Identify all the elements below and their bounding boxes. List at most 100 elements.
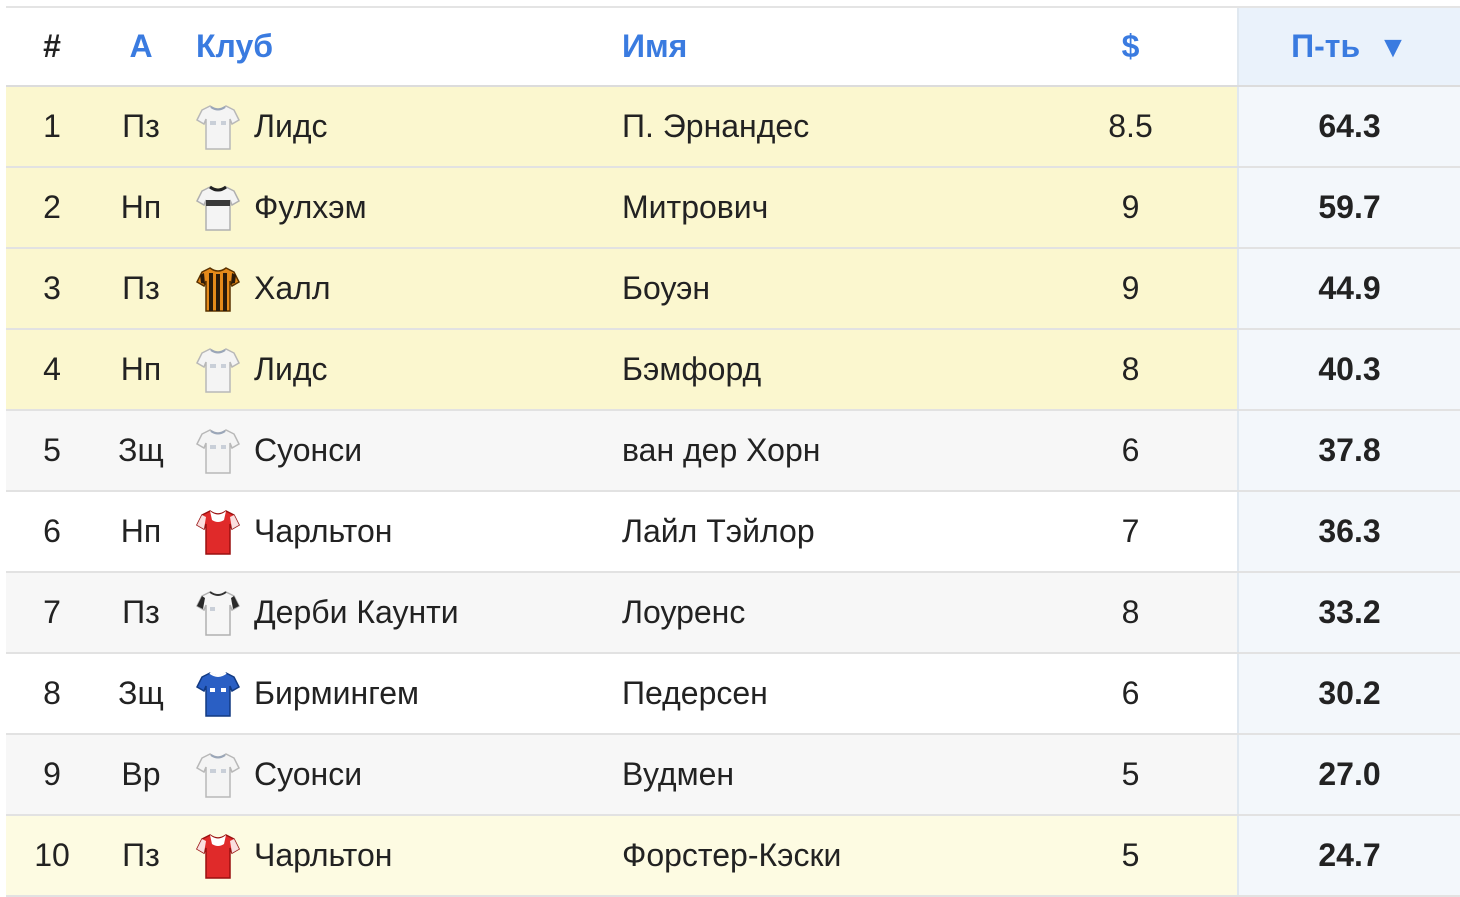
club-name: Лидс [254,351,328,387]
cell-rank: 2 [6,167,98,249]
cell-position: Нп [98,167,184,249]
club-name: Дерби Каунти [254,594,459,630]
cell-price: 7 [1024,491,1238,573]
cell-points: 24.7 [1237,815,1460,897]
club-name: Бирмингем [254,675,419,711]
cell-rank: 1 [6,86,98,168]
table-row[interactable]: 8 Зщ Бирмингем Педерсен 6 30.2 [6,653,1460,735]
cell-club[interactable]: Дерби Каунти [184,572,622,654]
cell-position: Вр [98,734,184,816]
cell-price: 9 [1024,248,1238,330]
cell-rank: 10 [6,815,98,897]
cell-club[interactable]: Чарльтон [184,815,622,897]
table-row[interactable]: 2 Нп Фулхэм Митрович 9 59.7 [6,167,1460,249]
table-header-row: # А Клуб Имя $ П-ть ▼ [6,8,1460,87]
swansea-shirt-icon [196,751,240,799]
cell-club[interactable]: Лидс [184,329,622,411]
cell-rank: 9 [6,734,98,816]
table-row[interactable]: 10 Пз Чарльтон Форстер-Кэски 5 24.7 [6,815,1460,897]
leeds-shirt-icon [196,103,240,151]
table-row[interactable]: 3 Пз Халл Боуэн 9 44.9 [6,248,1460,330]
club-name: Лидс [254,108,328,144]
cell-position: Пз [98,248,184,330]
cell-points: 59.7 [1237,167,1460,249]
cell-player-name[interactable]: Лоуренс [622,572,1024,654]
cell-player-name[interactable]: ван дер Хорн [622,410,1024,492]
table-row[interactable]: 1 Пз Лидс П. Эрнандес 8.5 64.3 [6,86,1460,168]
players-table: # А Клуб Имя $ П-ть ▼ 1 Пз Лидс П. Эрнандес 8… [6,8,1460,897]
charlton-shirt-icon [196,832,240,880]
cell-club[interactable]: Лидс [184,86,622,168]
cell-rank: 6 [6,491,98,573]
cell-price: 5 [1024,815,1238,897]
derby-shirt-icon [196,589,240,637]
cell-player-name[interactable]: Форстер-Кэски [622,815,1024,897]
cell-club[interactable]: Фулхэм [184,167,622,249]
cell-rank: 3 [6,248,98,330]
club-name: Суонси [254,756,363,792]
cell-rank: 5 [6,410,98,492]
birmingham-shirt-icon [196,670,240,718]
table-row[interactable]: 4 Нп Лидс Бэмфорд 8 40.3 [6,329,1460,411]
cell-player-name[interactable]: Боуэн [622,248,1024,330]
cell-player-name[interactable]: П. Эрнандес [622,86,1024,168]
cell-position: Нп [98,329,184,411]
club-name: Чарльтон [254,837,393,873]
cell-player-name[interactable]: Бэмфорд [622,329,1024,411]
column-header-rank: # [6,8,98,87]
table-row[interactable]: 5 Зщ Суонси ван дер Хорн 6 37.8 [6,410,1460,492]
cell-price: 8 [1024,329,1238,411]
cell-points: 36.3 [1237,491,1460,573]
cell-points: 44.9 [1237,248,1460,330]
cell-club[interactable]: Суонси [184,410,622,492]
column-header-points-label: П-ть [1291,28,1361,64]
column-header-price[interactable]: $ [1024,8,1238,87]
cell-player-name[interactable]: Педерсен [622,653,1024,735]
cell-price: 8.5 [1024,86,1238,168]
cell-position: Зщ [98,653,184,735]
club-name: Фулхэм [254,189,367,225]
cell-points: 40.3 [1237,329,1460,411]
table-row[interactable]: 7 Пз Дерби Каунти Лоуренс 8 33.2 [6,572,1460,654]
cell-player-name[interactable]: Вудмен [622,734,1024,816]
cell-price: 9 [1024,167,1238,249]
column-header-points[interactable]: П-ть ▼ [1237,8,1460,87]
leeds-shirt-icon [196,346,240,394]
cell-position: Пз [98,572,184,654]
cell-points: 33.2 [1237,572,1460,654]
fulham-shirt-icon [196,184,240,232]
column-header-club[interactable]: Клуб [184,8,622,87]
cell-club[interactable]: Халл [184,248,622,330]
cell-rank: 7 [6,572,98,654]
cell-price: 6 [1024,653,1238,735]
hull-shirt-icon [196,265,240,313]
club-name: Чарльтон [254,513,393,549]
column-header-name[interactable]: Имя [622,8,1024,87]
cell-points: 37.8 [1237,410,1460,492]
cell-club[interactable]: Чарльтон [184,491,622,573]
cell-position: Пз [98,815,184,897]
cell-rank: 8 [6,653,98,735]
swansea-shirt-icon [196,427,240,475]
cell-club[interactable]: Бирмингем [184,653,622,735]
cell-price: 8 [1024,572,1238,654]
table-row[interactable]: 6 Нп Чарльтон Лайл Тэйлор 7 36.3 [6,491,1460,573]
column-header-position[interactable]: А [98,8,184,87]
cell-price: 5 [1024,734,1238,816]
cell-points: 27.0 [1237,734,1460,816]
table-row[interactable]: 9 Вр Суонси Вудмен 5 27.0 [6,734,1460,816]
cell-rank: 4 [6,329,98,411]
cell-player-name[interactable]: Митрович [622,167,1024,249]
players-table-container: # А Клуб Имя $ П-ть ▼ 1 Пз Лидс П. Эрнандес 8… [6,6,1460,897]
cell-points: 64.3 [1237,86,1460,168]
club-name: Халл [254,270,331,306]
sort-descending-icon: ▼ [1378,31,1408,64]
cell-position: Зщ [98,410,184,492]
cell-club[interactable]: Суонси [184,734,622,816]
cell-player-name[interactable]: Лайл Тэйлор [622,491,1024,573]
cell-position: Пз [98,86,184,168]
cell-price: 6 [1024,410,1238,492]
charlton-shirt-icon [196,508,240,556]
club-name: Суонси [254,432,363,468]
cell-position: Нп [98,491,184,573]
